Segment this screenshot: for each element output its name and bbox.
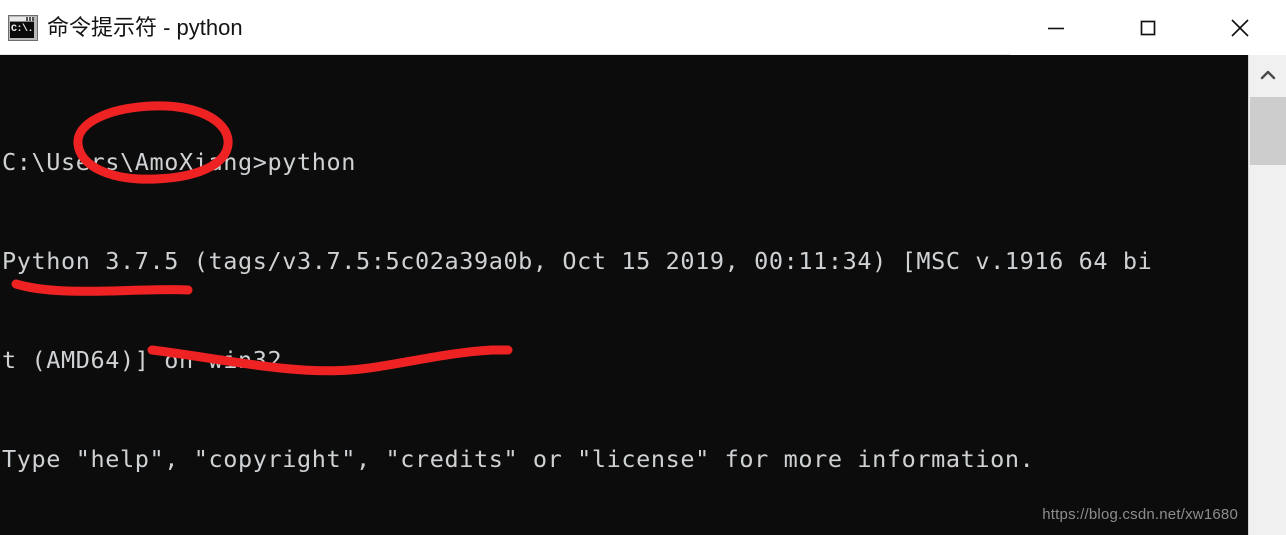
- console-line: C:\Users\AmoXiang>python: [2, 148, 356, 176]
- scrollbar-thumb[interactable]: [1250, 97, 1286, 165]
- cmd-icon-screen-text: C:\.: [10, 21, 34, 38]
- window-title: 命令提示符 - python: [47, 15, 243, 40]
- vertical-scrollbar[interactable]: [1248, 55, 1286, 535]
- console-line: Python 3.7.5 (tags/v3.7.5:5c02a39a0b, Oc…: [2, 247, 1153, 275]
- console-line: t (AMD64)] on win32: [2, 346, 283, 374]
- minimize-button[interactable]: [1010, 0, 1102, 55]
- close-button[interactable]: [1194, 0, 1286, 55]
- window-controls: [1010, 0, 1286, 55]
- window-titlebar[interactable]: C:\. 命令提示符 - python: [0, 0, 1286, 55]
- console-line-list: C:\Users\AmoXiang>python Python 3.7.5 (t…: [0, 80, 1248, 535]
- console-line: Type "help", "copyright", "credits" or "…: [2, 445, 1035, 473]
- scroll-up-arrow-icon[interactable]: [1249, 55, 1286, 97]
- titlebar-left-group: C:\. 命令提示符 - python: [8, 0, 243, 55]
- command-prompt-window: C:\. 命令提示符 - python C:\Users\AmoXiang>py…: [0, 0, 1286, 535]
- watermark-text: https://blog.csdn.net/xw1680: [1042, 506, 1238, 523]
- maximize-button[interactable]: [1102, 0, 1194, 55]
- cmd-icon-buttons-dots: [26, 16, 35, 21]
- cmd-prompt-icon: C:\.: [8, 14, 38, 41]
- console-output-area[interactable]: C:\Users\AmoXiang>python Python 3.7.5 (t…: [0, 55, 1248, 535]
